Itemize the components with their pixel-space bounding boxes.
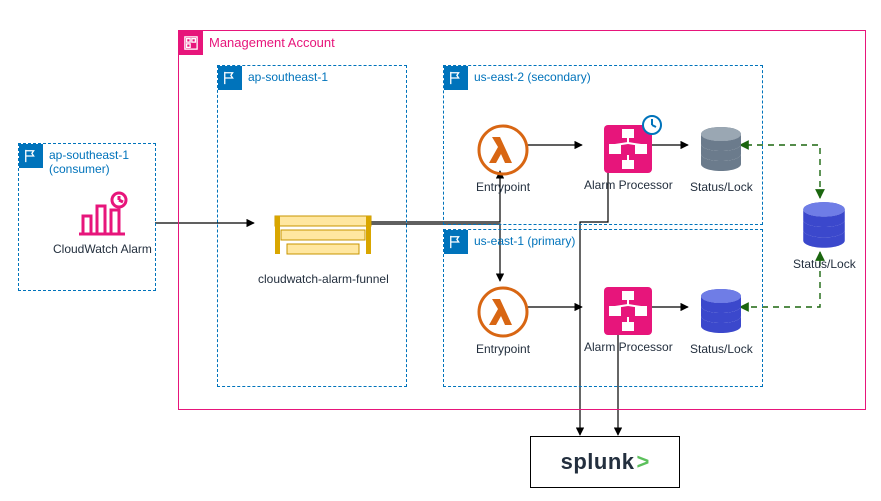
database-icon xyxy=(695,286,747,338)
region-title: ap-southeast-1 (consumer) xyxy=(49,148,155,176)
alarm-processor-secondary-node: Alarm Processor xyxy=(584,124,673,192)
statuslock-label: Status/Lock xyxy=(690,180,753,194)
sns-topic-icon xyxy=(273,212,373,268)
stepfunctions-icon xyxy=(603,286,653,336)
region-useast2: us-east-2 (secondary) Entrypoint xyxy=(443,65,763,225)
flag-icon xyxy=(19,144,43,168)
entrypoint-primary-node: Entrypoint xyxy=(476,286,530,356)
sns-funnel-node: cloudwatch-alarm-funnel xyxy=(258,212,389,286)
account-icon xyxy=(179,31,203,55)
cloudwatch-alarm-label: CloudWatch Alarm xyxy=(53,242,152,256)
schedule-clock-icon xyxy=(641,114,663,136)
entrypoint-label: Entrypoint xyxy=(476,342,530,356)
cloudwatch-alarm-node: CloudWatch Alarm xyxy=(53,190,152,256)
alarm-processor-label: Alarm Processor xyxy=(584,340,673,354)
database-icon xyxy=(797,199,851,253)
entrypoint-label: Entrypoint xyxy=(476,180,530,194)
cloudwatch-alarm-icon xyxy=(75,190,129,238)
management-account-box: Management Account ap-southeast-1 cloudw… xyxy=(178,30,866,410)
statuslock-secondary-node: Status/Lock xyxy=(690,124,753,194)
splunk-wordmark: splunk xyxy=(561,449,635,475)
entrypoint-secondary-node: Entrypoint xyxy=(476,124,530,194)
management-account-title: Management Account xyxy=(209,35,335,50)
flag-icon xyxy=(444,66,468,90)
statuslock-primary-node: Status/Lock xyxy=(690,286,753,356)
region-title: ap-southeast-1 xyxy=(248,70,328,84)
alarm-processor-label: Alarm Processor xyxy=(584,178,673,192)
sns-funnel-label: cloudwatch-alarm-funnel xyxy=(258,272,389,286)
flag-icon xyxy=(218,66,242,90)
statuslock-global-node: Status/Lock xyxy=(793,199,856,271)
region-title: us-east-1 (primary) xyxy=(474,234,575,248)
splunk-caret: > xyxy=(637,449,650,475)
database-icon xyxy=(695,124,747,176)
lambda-icon xyxy=(477,124,529,176)
statuslock-global-label: Status/Lock xyxy=(793,257,856,271)
region-useast1: us-east-1 (primary) Entrypoint xyxy=(443,229,763,387)
flag-icon xyxy=(444,230,468,254)
region-apsoutheast1: ap-southeast-1 cloudwatch-alarm-funnel xyxy=(217,65,407,387)
region-title: us-east-2 (secondary) xyxy=(474,70,591,84)
splunk-node: splunk > xyxy=(530,436,680,488)
statuslock-label: Status/Lock xyxy=(690,342,753,356)
lambda-icon xyxy=(477,286,529,338)
alarm-processor-primary-node: Alarm Processor xyxy=(584,286,673,354)
region-consumer: ap-southeast-1 (consumer) CloudWatch Ala… xyxy=(18,143,156,291)
